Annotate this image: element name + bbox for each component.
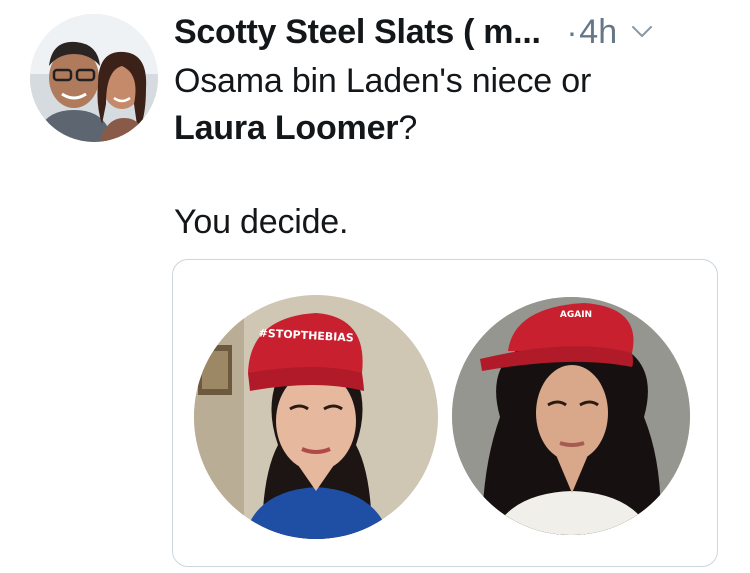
tweet-text: Osama bin Laden's niece or Laura Loomer?… <box>174 58 714 246</box>
header-separator: · <box>566 13 578 50</box>
tweet-timestamp[interactable]: 4h <box>579 13 617 52</box>
media-card[interactable]: #STOPTHEBIAS AGAIN <box>172 259 718 567</box>
media-photo-left[interactable]: #STOPTHEBIAS <box>194 295 438 539</box>
tweet-text-line3: You decide. <box>174 203 349 241</box>
tweet: Scotty Steel Slats ( m... · 4h Osama bin… <box>0 0 750 573</box>
tweet-text-line2: Laura Loomer? <box>174 105 714 152</box>
tweet-text-question-mark: ? <box>398 109 418 147</box>
tweet-text-line1: Osama bin Laden's niece or <box>174 62 592 100</box>
author-avatar[interactable] <box>30 14 158 142</box>
right-hat-text: AGAIN <box>560 310 592 320</box>
tweet-header: Scotty Steel Slats ( m... · 4h <box>174 10 734 54</box>
author-display-name[interactable]: Scotty Steel Slats ( m... <box>174 13 541 52</box>
tweet-text-spacer <box>174 152 714 199</box>
chevron-down-icon[interactable] <box>631 25 653 39</box>
tweet-text-emphasis: Laura Loomer <box>174 109 399 147</box>
media-photo-right[interactable]: AGAIN <box>452 297 690 535</box>
